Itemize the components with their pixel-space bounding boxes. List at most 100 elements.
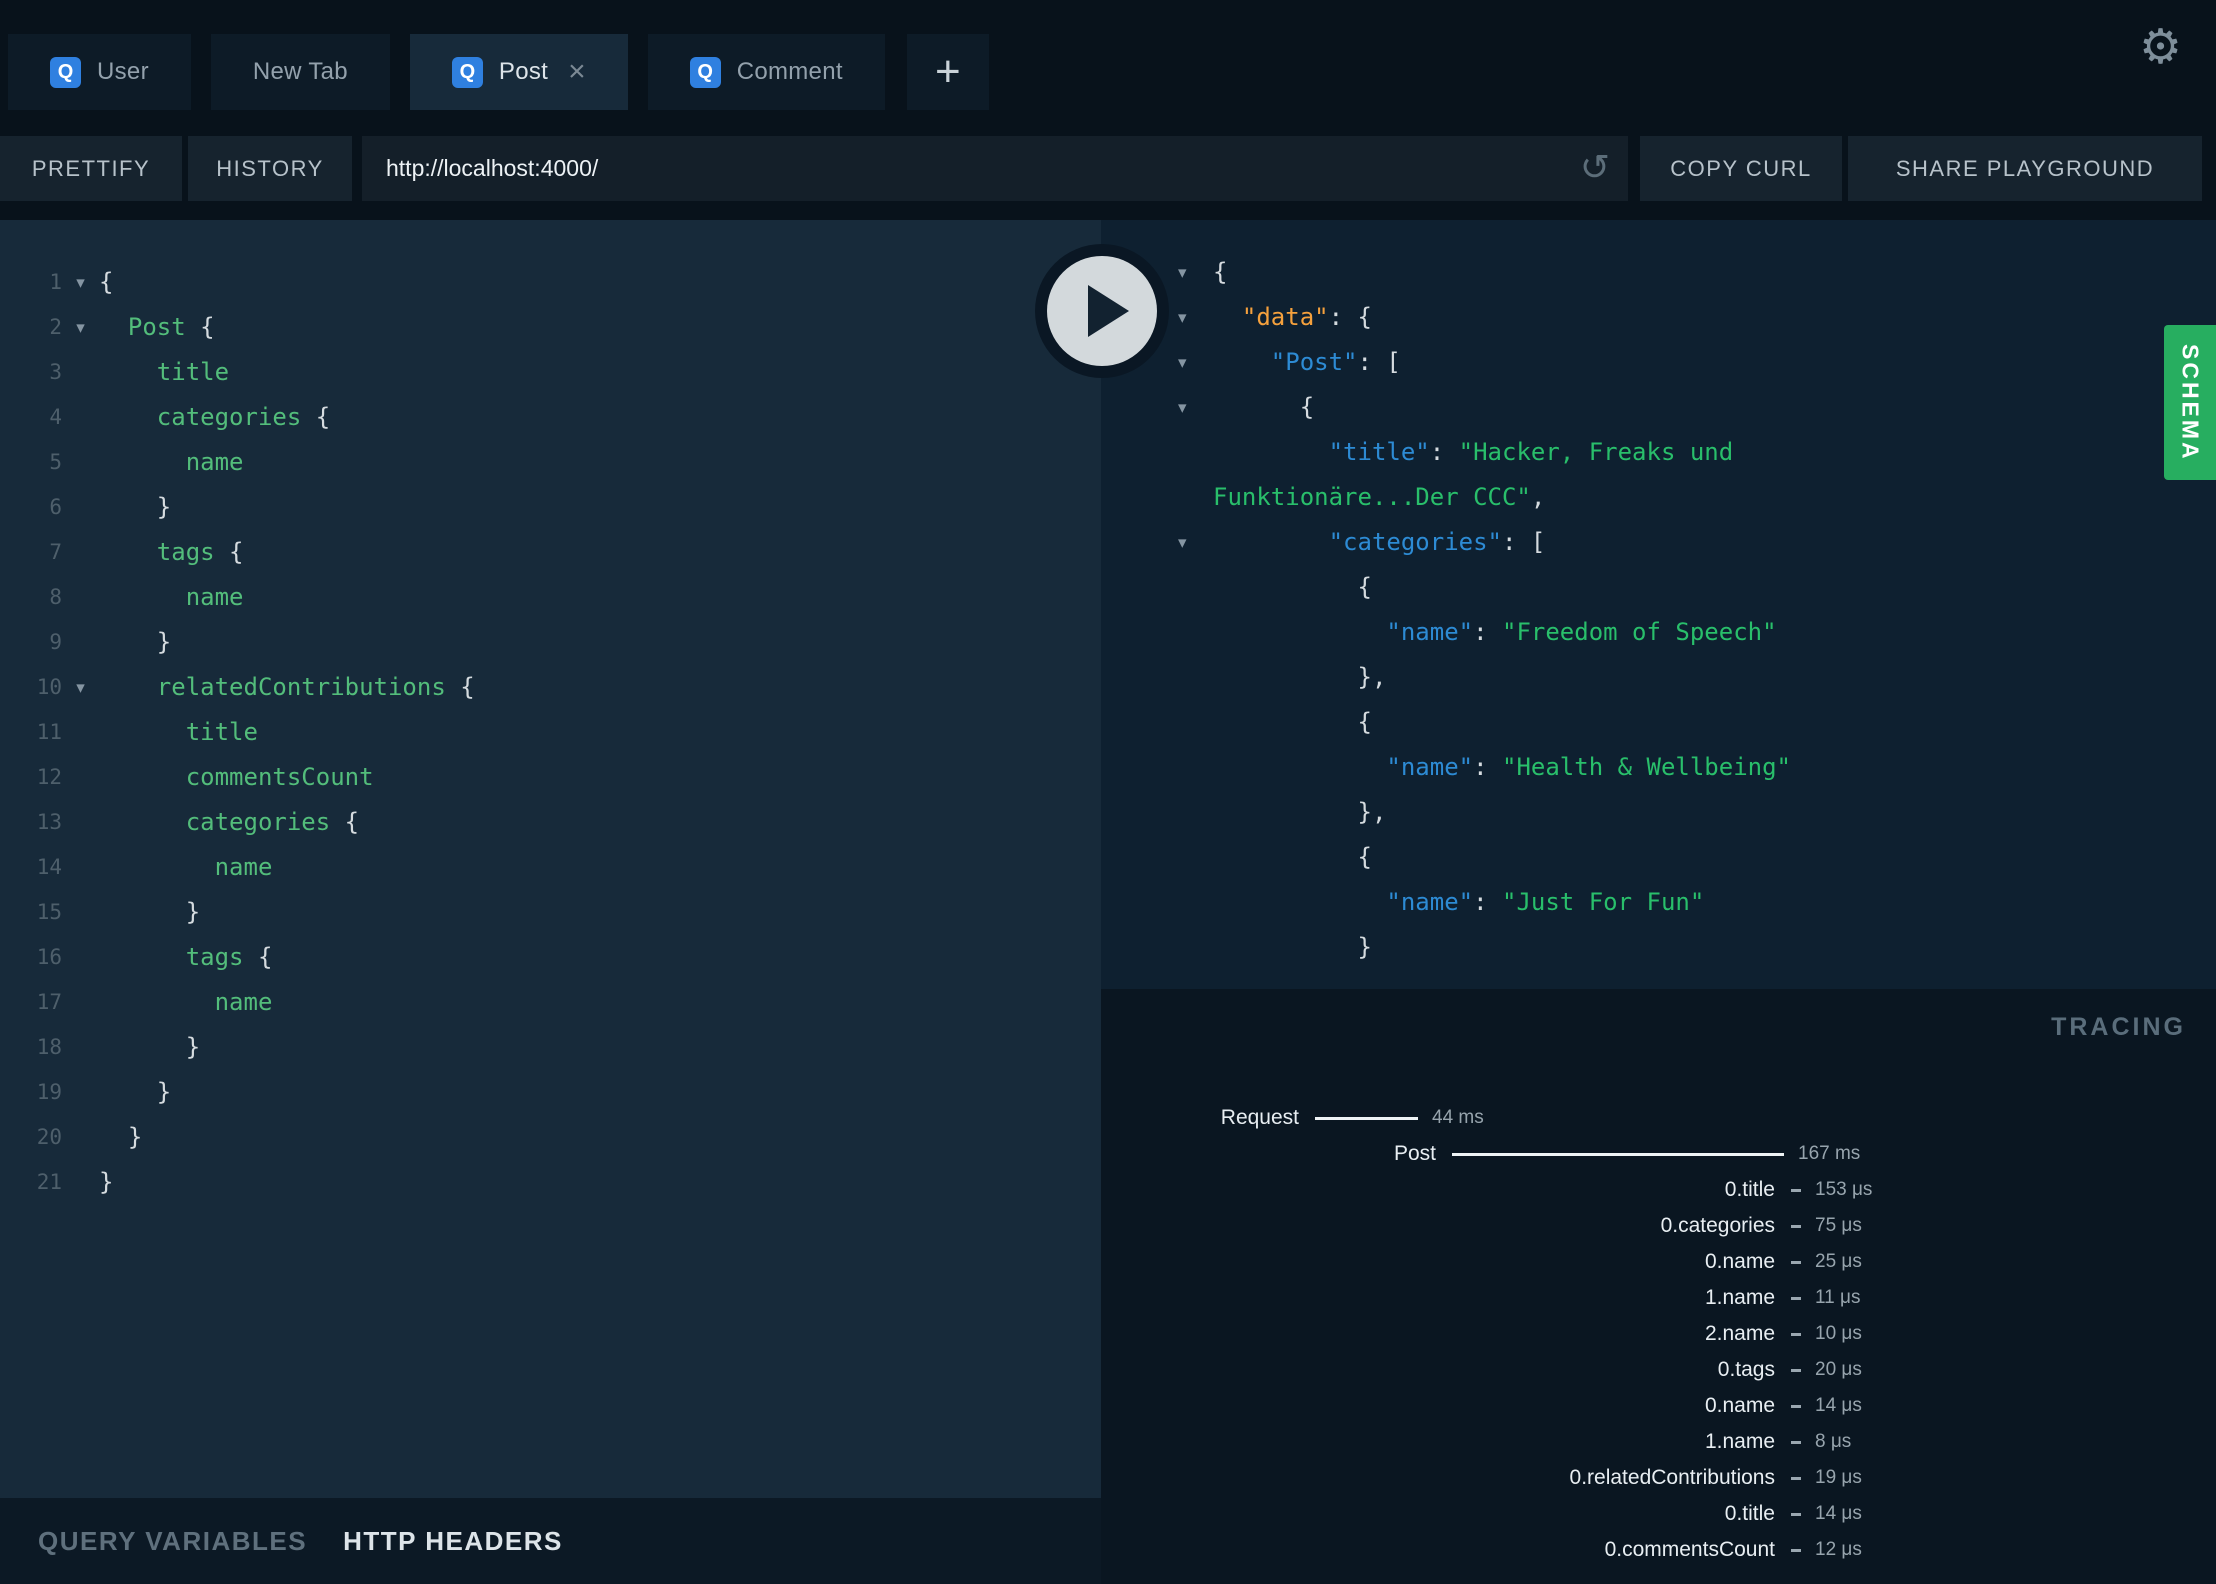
reload-icon[interactable]: ↺: [1580, 149, 1610, 185]
trace-time: 25 μs: [1815, 1251, 1862, 1272]
query-line[interactable]: 3 title: [0, 350, 1101, 395]
close-tab-icon[interactable]: ×: [568, 57, 586, 87]
response-line: "name": "Health & Wellbeing": [1101, 745, 2216, 790]
query-line[interactable]: 13 categories {: [0, 800, 1101, 845]
line-number: 4: [49, 405, 62, 429]
query-code: commentsCount: [99, 755, 374, 800]
query-line[interactable]: 8 name: [0, 575, 1101, 620]
code-token-punc: [1213, 438, 1329, 466]
code-token-punc: :: [1473, 753, 1502, 781]
http-headers-tab[interactable]: HTTP HEADERS: [343, 1526, 563, 1557]
tab-post[interactable]: Q Post ×: [409, 34, 628, 110]
query-line[interactable]: 2 ▾ Post {: [0, 305, 1101, 350]
query-line[interactable]: 7 tags {: [0, 530, 1101, 575]
trace-label: 2.name: [1704, 1322, 1775, 1345]
response-code: "name": "Just For Fun": [1213, 880, 1704, 925]
query-editor[interactable]: 1 ▾{2 ▾ Post {3 title 4 categories {5 name 6…: [0, 220, 1101, 1498]
code-token-punc: [99, 403, 157, 431]
response-line: }: [1101, 925, 2216, 970]
query-line[interactable]: 5 name: [0, 440, 1101, 485]
tab-comment[interactable]: Q Comment: [647, 34, 885, 110]
code-token-punc: }: [99, 1033, 201, 1061]
query-line[interactable]: 1 ▾{: [0, 260, 1101, 305]
code-token-key: "name": [1386, 888, 1474, 916]
history-button[interactable]: HISTORY: [188, 136, 352, 201]
response-code: "categories": [: [1213, 520, 1546, 565]
fold-arrow-icon[interactable]: ▾: [62, 305, 99, 350]
code-token-field: tags: [156, 538, 215, 566]
code-token-punc: : [: [1357, 348, 1401, 376]
response-line: "title": "Hacker, Freaks und: [1101, 430, 2216, 475]
line-number: 18: [36, 1035, 62, 1059]
query-variables-tab[interactable]: QUERY VARIABLES: [38, 1526, 307, 1557]
query-line[interactable]: 14 name: [0, 845, 1101, 890]
execute-button[interactable]: [1047, 256, 1157, 366]
new-tab-button[interactable]: +: [906, 34, 989, 110]
copy-curl-button[interactable]: COPY CURL: [1640, 136, 1842, 201]
response-code: }: [1213, 925, 1371, 970]
code-token-punc: [1213, 303, 1242, 331]
code-token-punc: [99, 358, 157, 386]
code-token-field: name: [214, 853, 273, 881]
fold-arrow-icon[interactable]: ▾: [1101, 520, 1213, 565]
query-line[interactable]: 15 }: [0, 890, 1101, 935]
trace-row: 0.title 153 μs: [1101, 1172, 2216, 1208]
query-line[interactable]: 11 title: [0, 710, 1101, 755]
trace-time: 14 μs: [1815, 1395, 1862, 1416]
trace-row: 0.title 14 μs: [1101, 1496, 2216, 1532]
query-line[interactable]: 9 }: [0, 620, 1101, 665]
response-line: "name": "Freedom of Speech": [1101, 610, 2216, 655]
endpoint-input[interactable]: [362, 154, 1568, 183]
trace-row: 1.name 11 μs: [1101, 1280, 2216, 1316]
editor-bottom-tabs: QUERY VARIABLES HTTP HEADERS: [0, 1498, 1101, 1584]
code-token-punc: [99, 763, 186, 791]
schema-tab[interactable]: SCHEMA: [2164, 325, 2216, 480]
query-line[interactable]: 21}: [0, 1160, 1101, 1205]
fold-arrow-icon[interactable]: ▾: [62, 260, 99, 305]
query-line[interactable]: 17 name: [0, 980, 1101, 1025]
trace-label: 0.categories: [1660, 1214, 1775, 1237]
query-line[interactable]: 6 }: [0, 485, 1101, 530]
code-token-punc: {: [301, 403, 331, 431]
query-line[interactable]: 12 commentsCount: [0, 755, 1101, 800]
share-playground-button[interactable]: SHARE PLAYGROUND: [1848, 136, 2202, 201]
settings-gear-icon[interactable]: ⚙: [2139, 24, 2182, 72]
query-line[interactable]: 4 categories {: [0, 395, 1101, 440]
response-code: {: [1213, 835, 1371, 880]
code-token-field: categories: [156, 403, 302, 431]
response-line: Funktionäre...Der CCC",: [1101, 475, 2216, 520]
trace-label: Request: [1220, 1106, 1299, 1129]
line-number: 9: [49, 630, 62, 654]
code-token-punc: {: [1213, 393, 1315, 421]
tab-user[interactable]: Q User: [8, 34, 191, 110]
fold-arrow-icon[interactable]: ▾: [1101, 385, 1213, 430]
query-line[interactable]: 20 }: [0, 1115, 1101, 1160]
query-line[interactable]: 19 }: [0, 1070, 1101, 1115]
query-code: }: [99, 1025, 200, 1070]
prettify-button[interactable]: PRETTIFY: [0, 136, 182, 201]
trace-row: 0.name 14 μs: [1101, 1388, 2216, 1424]
trace-label: 0.relatedContributions: [1569, 1466, 1775, 1489]
tab-new-tab[interactable]: New Tab: [210, 34, 390, 110]
response-line: "name": "Just For Fun": [1101, 880, 2216, 925]
code-token-field: title: [185, 718, 258, 746]
trace-row: 0.name 25 μs: [1101, 1244, 2216, 1280]
trace-label: 0.tags: [1717, 1358, 1775, 1381]
line-number: 17: [36, 990, 62, 1014]
fold-arrow-icon[interactable]: ▾: [62, 665, 99, 710]
code-token-punc: :: [1473, 618, 1502, 646]
line-number: 2: [49, 315, 62, 339]
response-code: {: [1213, 565, 1371, 610]
query-line[interactable]: 10 ▾ relatedContributions {: [0, 665, 1101, 710]
query-line[interactable]: 18 }: [0, 1025, 1101, 1070]
query-line[interactable]: 16 tags {: [0, 935, 1101, 980]
code-token-punc: [1213, 618, 1386, 646]
code-token-punc: },: [1213, 798, 1387, 826]
